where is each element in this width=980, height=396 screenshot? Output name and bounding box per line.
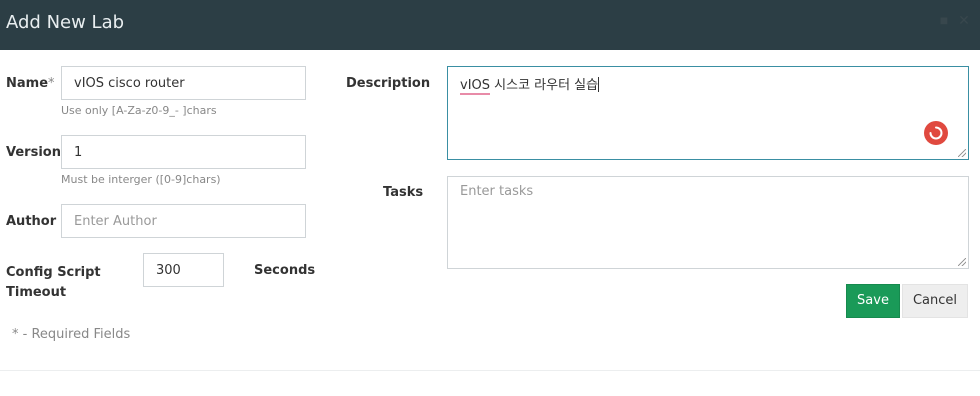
required-mark: *	[48, 76, 55, 91]
version-label: Version*	[6, 145, 67, 160]
close-icon[interactable]: ✕	[958, 12, 970, 28]
text-caret	[598, 77, 600, 92]
author-placeholder: Enter Author	[74, 213, 157, 229]
config-timeout-input[interactable]: 300	[143, 253, 224, 287]
footer-divider	[0, 370, 980, 371]
version-hint: Must be interger ([0-9]chars)	[61, 173, 221, 186]
description-value-text: 시스코 라우터 실습	[490, 78, 599, 93]
cancel-button[interactable]: Cancel	[902, 284, 968, 318]
name-label: Name*	[6, 76, 55, 91]
name-label-text: Name	[6, 76, 49, 91]
seconds-label: Seconds	[254, 263, 316, 278]
config-timeout-label-line1: Config Script	[6, 265, 101, 280]
tasks-label: Tasks	[383, 185, 424, 200]
config-timeout-value: 300	[156, 262, 181, 278]
version-label-text: Version	[6, 145, 61, 160]
save-button[interactable]: Save	[846, 284, 900, 318]
spellcheck-underlined-word: vIOS	[460, 78, 491, 95]
config-timeout-label: Config Script Timeout	[6, 263, 101, 303]
author-label: Author	[6, 214, 57, 229]
resize-handle-icon[interactable]	[958, 149, 966, 157]
name-input[interactable]: vIOS cisco router	[61, 66, 306, 100]
version-input[interactable]: 1	[61, 135, 306, 169]
minimize-icon[interactable]: ■	[938, 12, 950, 28]
description-label: Description	[346, 76, 431, 91]
version-input-value: 1	[74, 144, 83, 160]
loading-spinner-icon[interactable]	[924, 121, 948, 145]
resize-handle-icon[interactable]	[958, 258, 966, 266]
name-input-value: vIOS cisco router	[74, 75, 185, 91]
config-timeout-label-line2: Timeout	[6, 285, 67, 300]
dialog-title: Add New Lab	[6, 12, 125, 33]
tasks-textarea[interactable]: Enter tasks	[447, 176, 969, 269]
author-input[interactable]: Enter Author	[61, 204, 306, 238]
dialog-header: Add New Lab ■ ✕	[0, 0, 980, 50]
required-fields-note: * - Required Fields	[12, 327, 131, 342]
description-textarea[interactable]: vIOS 시스코 라우터 실습	[447, 66, 969, 160]
tasks-placeholder: Enter tasks	[460, 184, 534, 199]
window-controls: ■ ✕	[938, 12, 970, 28]
name-hint: Use only [A-Za-z0-9_- ]chars	[61, 104, 217, 117]
